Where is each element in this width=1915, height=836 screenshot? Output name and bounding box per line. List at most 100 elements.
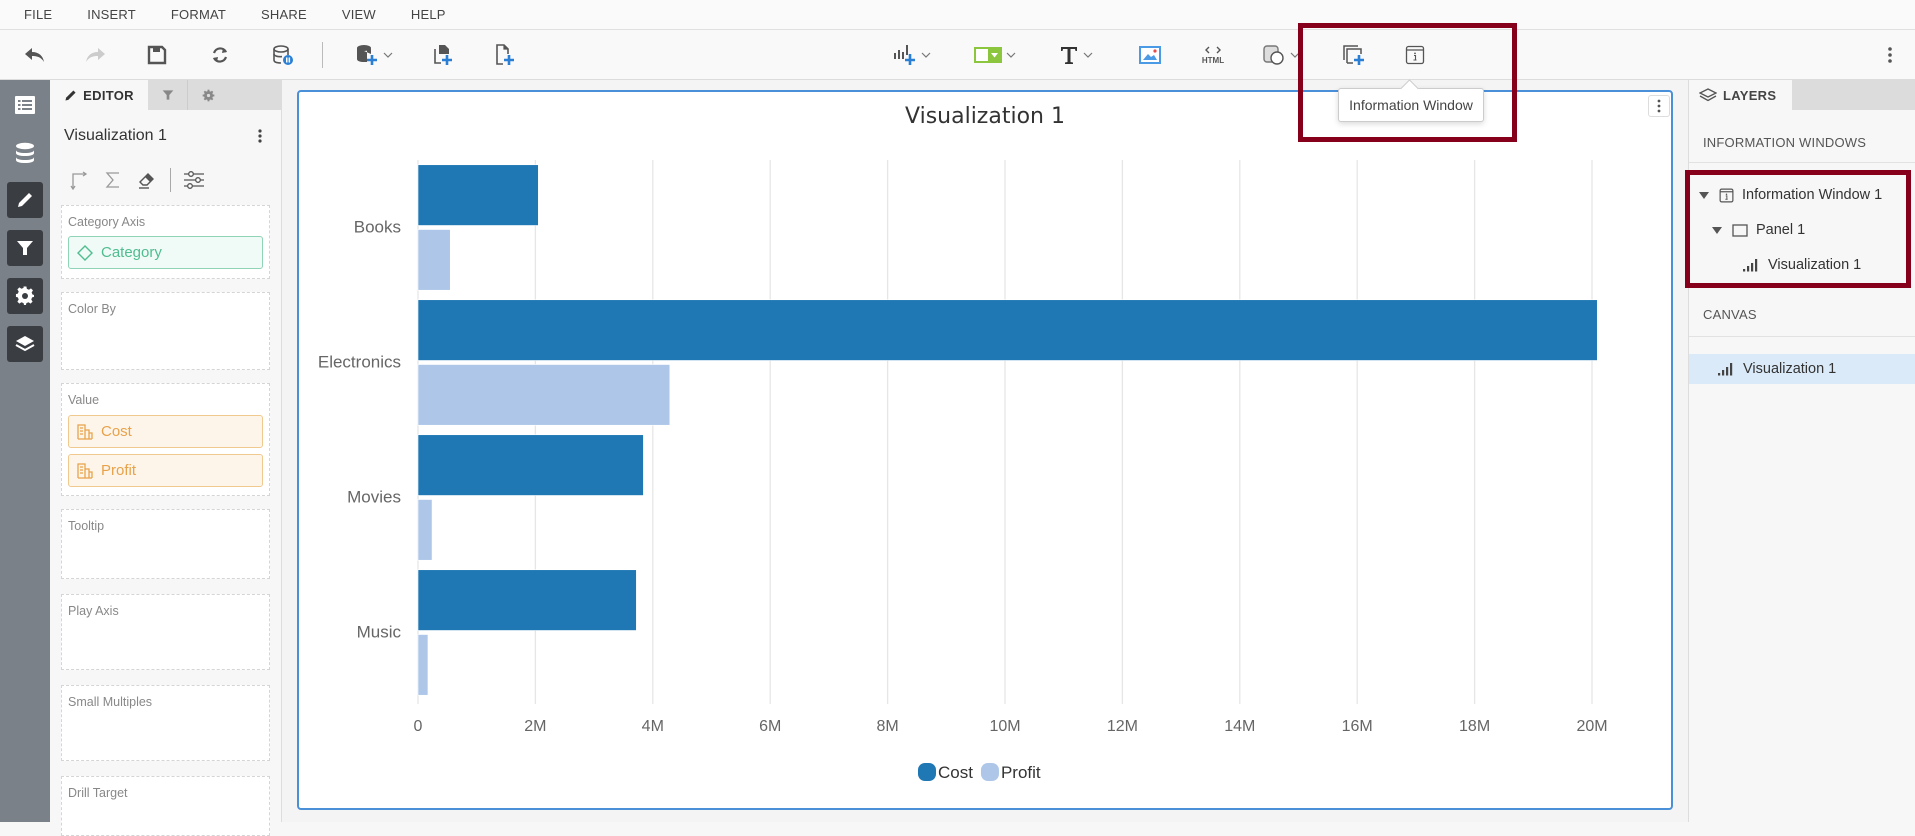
layers-tabs: LAYERS [1689, 80, 1915, 110]
duplicate-page-button[interactable] [426, 40, 460, 70]
sliders-icon [184, 171, 204, 189]
y-category-label: Books [354, 218, 401, 237]
database-pause-icon [273, 45, 293, 65]
redo-button[interactable] [78, 40, 112, 70]
menu-view[interactable]: VIEW [342, 7, 376, 22]
caret-down-icon[interactable] [1699, 191, 1709, 199]
html-icon [1205, 46, 1221, 53]
insert-shape-button[interactable] [1256, 40, 1306, 70]
tab-format[interactable] [188, 80, 228, 110]
bar-profit-movies [417, 499, 433, 561]
layer-panel-1[interactable]: Panel 1 [1689, 215, 1915, 245]
undo-icon [25, 48, 44, 62]
well-label: Category Axis [68, 215, 146, 229]
new-page-icon [496, 44, 514, 65]
caret-down-icon[interactable] [1712, 226, 1722, 234]
tab-editor[interactable]: EDITOR [50, 80, 148, 110]
insert-filter-icon [974, 47, 1002, 63]
insert-image-button[interactable] [1133, 40, 1167, 70]
well-category-axis[interactable]: Category Axis Category [61, 205, 270, 279]
bar-chart-icon [1718, 363, 1733, 376]
insert-html-button[interactable]: HTML [1193, 40, 1233, 70]
x-tick-label: 16M [1342, 718, 1373, 735]
rail-filter[interactable] [7, 230, 43, 266]
well-value[interactable]: Value Cost Profit [61, 383, 270, 496]
visualization-name[interactable]: Visualization 1 [64, 127, 167, 145]
legend-swatch-profit [980, 763, 999, 781]
information-window-icon [1405, 45, 1425, 65]
layer-label: Visualization 1 [1743, 361, 1837, 377]
editor-tabs: EDITOR [50, 80, 282, 110]
chip-category[interactable]: Category [68, 236, 263, 269]
aggregate-button[interactable] [96, 166, 130, 194]
layer-label: Information Window 1 [1742, 187, 1883, 203]
undo-button[interactable] [18, 40, 52, 70]
menu-file[interactable]: FILE [24, 7, 52, 22]
visualization-more-button[interactable] [1648, 95, 1670, 117]
x-tick-label: 14M [1224, 718, 1255, 735]
insert-panel-button[interactable] [1337, 40, 1371, 70]
layer-visualization-1-canvas[interactable]: Visualization 1 [1689, 354, 1915, 384]
layers-icon [15, 336, 35, 352]
layer-label: Panel 1 [1756, 222, 1806, 238]
panel-stack-icon [1343, 45, 1364, 65]
tab-layers[interactable]: LAYERS [1689, 80, 1792, 110]
pause-data-button[interactable] [266, 40, 300, 70]
redo-icon [86, 48, 105, 62]
new-page-button[interactable] [488, 40, 522, 70]
insert-filter-button[interactable] [970, 40, 1020, 70]
well-drill-target[interactable]: Drill Target [61, 776, 270, 836]
kebab-menu-icon [1657, 99, 1661, 113]
y-category-label: Music [357, 623, 402, 642]
layer-information-window-1[interactable]: Information Window 1 [1689, 180, 1915, 210]
tab-filter[interactable] [148, 80, 188, 110]
menu-share[interactable]: SHARE [261, 7, 307, 22]
chip-cost[interactable]: Cost [68, 415, 263, 448]
well-play-axis[interactable]: Play Axis [61, 594, 270, 670]
x-tick-label: 2M [524, 718, 546, 735]
gear-icon [202, 89, 214, 101]
well-color-by[interactable]: Color By [61, 292, 270, 370]
rail-editor[interactable] [7, 182, 43, 218]
well-tooltip[interactable]: Tooltip [61, 509, 270, 579]
legend-label-cost: Cost [938, 763, 973, 782]
swap-axes-button[interactable] [62, 166, 96, 194]
chip-profit[interactable]: Profit [68, 454, 263, 487]
properties-button[interactable] [177, 166, 211, 194]
rail-layers[interactable] [7, 326, 43, 362]
x-tick-label: 8M [876, 718, 898, 735]
rail-format[interactable] [7, 278, 43, 314]
bar-cost-books [417, 164, 539, 226]
section-information-windows: INFORMATION WINDOWS [1703, 135, 1867, 150]
layers-panel: LAYERS INFORMATION WINDOWS Information W… [1688, 80, 1915, 822]
html-label: HTML [1201, 55, 1225, 65]
insert-visualization-button[interactable] [888, 40, 936, 70]
filter-icon [17, 241, 33, 255]
refresh-button[interactable] [203, 40, 237, 70]
editor-tools [62, 165, 211, 195]
save-button[interactable] [140, 40, 174, 70]
editor-more-button[interactable] [252, 126, 268, 146]
bar-cost-electronics [417, 299, 1598, 361]
more-options-button[interactable] [1876, 40, 1904, 70]
insert-information-window-button[interactable] [1398, 40, 1432, 70]
layer-visualization-1-info[interactable]: Visualization 1 [1689, 250, 1915, 280]
rail-table-of-contents[interactable] [7, 87, 43, 123]
well-label: Color By [68, 302, 116, 316]
clear-button[interactable] [130, 166, 164, 194]
chevron-down-icon [1083, 52, 1093, 58]
menu-insert[interactable]: INSERT [87, 7, 136, 22]
well-small-multiples[interactable]: Small Multiples [61, 685, 270, 761]
chevron-down-icon [1006, 52, 1016, 58]
bar-chart-icon [1743, 259, 1758, 272]
well-label: Drill Target [68, 786, 128, 800]
well-label: Small Multiples [68, 695, 153, 709]
rail-datasets[interactable] [7, 135, 43, 171]
menu-help[interactable]: HELP [411, 7, 446, 22]
pencil-icon [18, 193, 32, 207]
add-data-button[interactable] [348, 40, 400, 70]
gear-icon [15, 286, 34, 305]
tab-editor-label: EDITOR [83, 87, 134, 103]
menu-format[interactable]: FORMAT [171, 7, 226, 22]
insert-text-button[interactable] [1054, 40, 1098, 70]
